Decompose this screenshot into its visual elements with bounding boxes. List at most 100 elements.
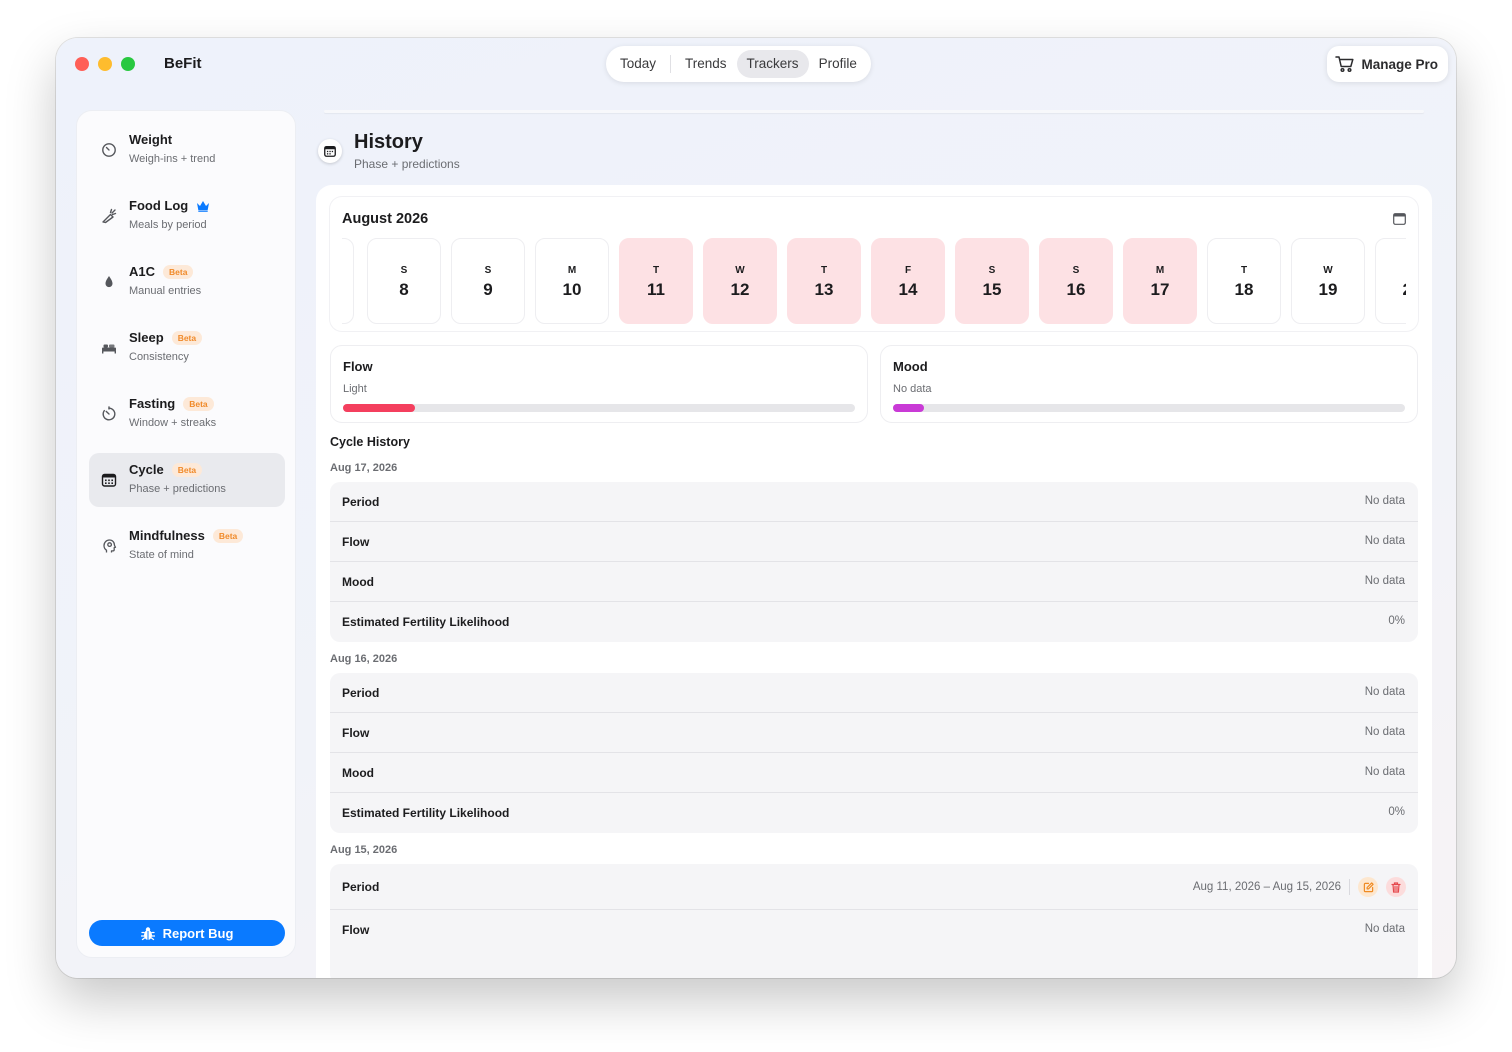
mood-bar-track: [893, 404, 1405, 412]
history-icon: [318, 139, 342, 163]
flow-value: Light: [343, 383, 367, 395]
day-cell[interactable]: S8: [367, 238, 441, 324]
minimize-window-button[interactable]: [98, 57, 112, 71]
day-letter: M: [567, 265, 577, 276]
history-group: Period Aug 11, 2026 – Aug 15, 2026 Flow N…: [330, 864, 1418, 978]
history-row-mood[interactable]: Mood No data: [330, 753, 1418, 793]
report-bug-button[interactable]: Report Bug: [89, 920, 285, 946]
day-cell[interactable]: S 15: [955, 238, 1029, 324]
bug-icon: [140, 926, 155, 940]
row-label: Period: [342, 686, 380, 700]
day-cell[interactable]: T 11: [619, 238, 693, 324]
day-letter: S: [484, 265, 492, 276]
day-letter: F: [904, 265, 912, 276]
history-row-flow[interactable]: Flow No data: [330, 522, 1418, 562]
sidebar-item-subtitle: Phase + predictions: [129, 483, 226, 495]
manage-pro-button[interactable]: Manage Pro: [1327, 46, 1448, 82]
day-number: 19: [1318, 280, 1338, 299]
sidebar-item-fasting[interactable]: Fasting Beta Window + streaks: [89, 387, 285, 441]
main-nav: Today Trends Trackers Profile: [606, 46, 871, 82]
nav-tab-trackers[interactable]: Trackers: [736, 50, 809, 78]
day-cell[interactable]: W 12: [703, 238, 777, 324]
timer-icon: [102, 406, 116, 421]
history-date: Aug 16, 2026: [330, 653, 398, 665]
nav-tab-trends[interactable]: Trends: [675, 50, 737, 78]
day-cell[interactable]: T 20: [1375, 238, 1406, 324]
sidebar-item-weight[interactable]: Weight Weigh-ins + trend: [89, 123, 285, 177]
history-group: Period No data Flow No data Mood No data Es…: [330, 482, 1418, 642]
history-row-period[interactable]: Period No data: [330, 482, 1418, 522]
drop-icon: [105, 276, 113, 288]
zoom-window-button[interactable]: [121, 57, 135, 71]
sidebar-item-label: A1C: [129, 264, 156, 279]
day-letter: T: [1376, 265, 1406, 276]
sidebar-item-cycle[interactable]: Cycle Beta Phase + predictions: [89, 453, 285, 507]
beta-badge: Beta: [163, 264, 194, 279]
bed-icon: [102, 344, 116, 354]
row-label: Flow: [342, 726, 370, 740]
head-icon: [103, 539, 117, 553]
close-window-button[interactable]: [75, 57, 89, 71]
day-cell[interactable]: M 10: [535, 238, 609, 324]
day-number: 9: [483, 280, 493, 299]
day-strip[interactable]: S8S9M10T11W12T13F14S15S16M17T18W19T20: [342, 238, 1406, 324]
day-number: 13: [814, 280, 834, 299]
sidebar-item-a1c[interactable]: A1C Beta Manual entries: [89, 255, 285, 309]
mood-value: No data: [893, 383, 932, 395]
history-row-fertility[interactable]: Estimated Fertility Likelihood 0%: [330, 602, 1418, 642]
history-row-fertility[interactable]: Estimated Fertility Likelihood 0%: [330, 793, 1418, 833]
day-cell[interactable]: F 14: [871, 238, 945, 324]
row-label: Period: [342, 880, 380, 894]
row-value: No data: [1364, 923, 1405, 935]
history-row-period[interactable]: Period Aug 11, 2026 – Aug 15, 2026: [330, 864, 1418, 910]
row-label: Estimated Fertility Likelihood: [342, 806, 510, 820]
row-value: No data: [1364, 575, 1405, 587]
report-bug-label: Report Bug: [162, 925, 234, 941]
day-cell[interactable]: T 13: [787, 238, 861, 324]
history-date: Aug 17, 2026: [330, 462, 398, 474]
cycle-history-title: Cycle History: [330, 435, 410, 449]
carrot-icon: [102, 208, 117, 224]
beta-badge: Beta: [183, 396, 214, 411]
sidebar-item-subtitle: Meals by period: [129, 219, 207, 231]
calendar-card: August 2026 S 8 S 9 M 10 T 11 W 12 T 13 F 14 S 15 S 16 M 17…: [330, 197, 1418, 331]
row-label: Period: [342, 495, 380, 509]
row-label: Mood: [342, 575, 374, 589]
day-number: 18: [1234, 280, 1254, 299]
day-letter: S: [988, 265, 996, 276]
sidebar-item-subtitle: Manual entries: [129, 285, 202, 297]
sidebar: Weight Weigh-ins + trend Food Log Meals …: [76, 110, 296, 958]
mood-title: Mood: [893, 359, 928, 374]
sidebar-item-mindfulness[interactable]: Mindfulness Beta State of mind: [89, 519, 285, 573]
nav-tab-today[interactable]: Today: [610, 50, 666, 78]
history-row-period[interactable]: Period No data: [330, 673, 1418, 713]
beta-badge: Beta: [171, 330, 203, 345]
calendar-picker-icon[interactable]: [1393, 213, 1406, 225]
sidebar-item-label: Mindfulness: [129, 528, 205, 543]
flow-title: Flow: [343, 359, 373, 374]
flow-bar-track: [343, 404, 855, 412]
day-cell[interactable]: S9: [451, 238, 525, 324]
history-row-flow[interactable]: Flow No data: [330, 910, 1418, 950]
period-range: Aug 11, 2026 – Aug 15, 2026: [1192, 881, 1341, 893]
day-cell[interactable]: T 18: [1207, 238, 1281, 324]
sidebar-item-label: Cycle: [129, 462, 164, 477]
history-row-mood[interactable]: Mood No data: [330, 562, 1418, 602]
day-cell[interactable]: M 17: [1123, 238, 1197, 324]
sidebar-item-label: Fasting: [129, 396, 176, 411]
app-title: BeFit: [164, 55, 202, 72]
nav-divider: [670, 55, 672, 73]
history-date: Aug 15, 2026: [330, 844, 398, 856]
delete-button[interactable]: [1386, 877, 1406, 897]
day-cell[interactable]: W 19: [1291, 238, 1365, 324]
sidebar-item-sleep[interactable]: Sleep Beta Consistency: [89, 321, 285, 375]
nav-tab-profile[interactable]: Profile: [809, 50, 867, 78]
row-value: 0%: [1388, 615, 1405, 627]
history-row-flow[interactable]: Flow No data: [330, 713, 1418, 753]
sidebar-item-label: Sleep: [129, 330, 164, 345]
mood-bar-fill: [893, 404, 924, 412]
edit-button[interactable]: [1358, 877, 1378, 897]
sidebar-item-food-log[interactable]: Food Log Meals by period: [89, 189, 285, 243]
day-cell[interactable]: S 16: [1039, 238, 1113, 324]
day-cell-partial[interactable]: [342, 238, 354, 324]
